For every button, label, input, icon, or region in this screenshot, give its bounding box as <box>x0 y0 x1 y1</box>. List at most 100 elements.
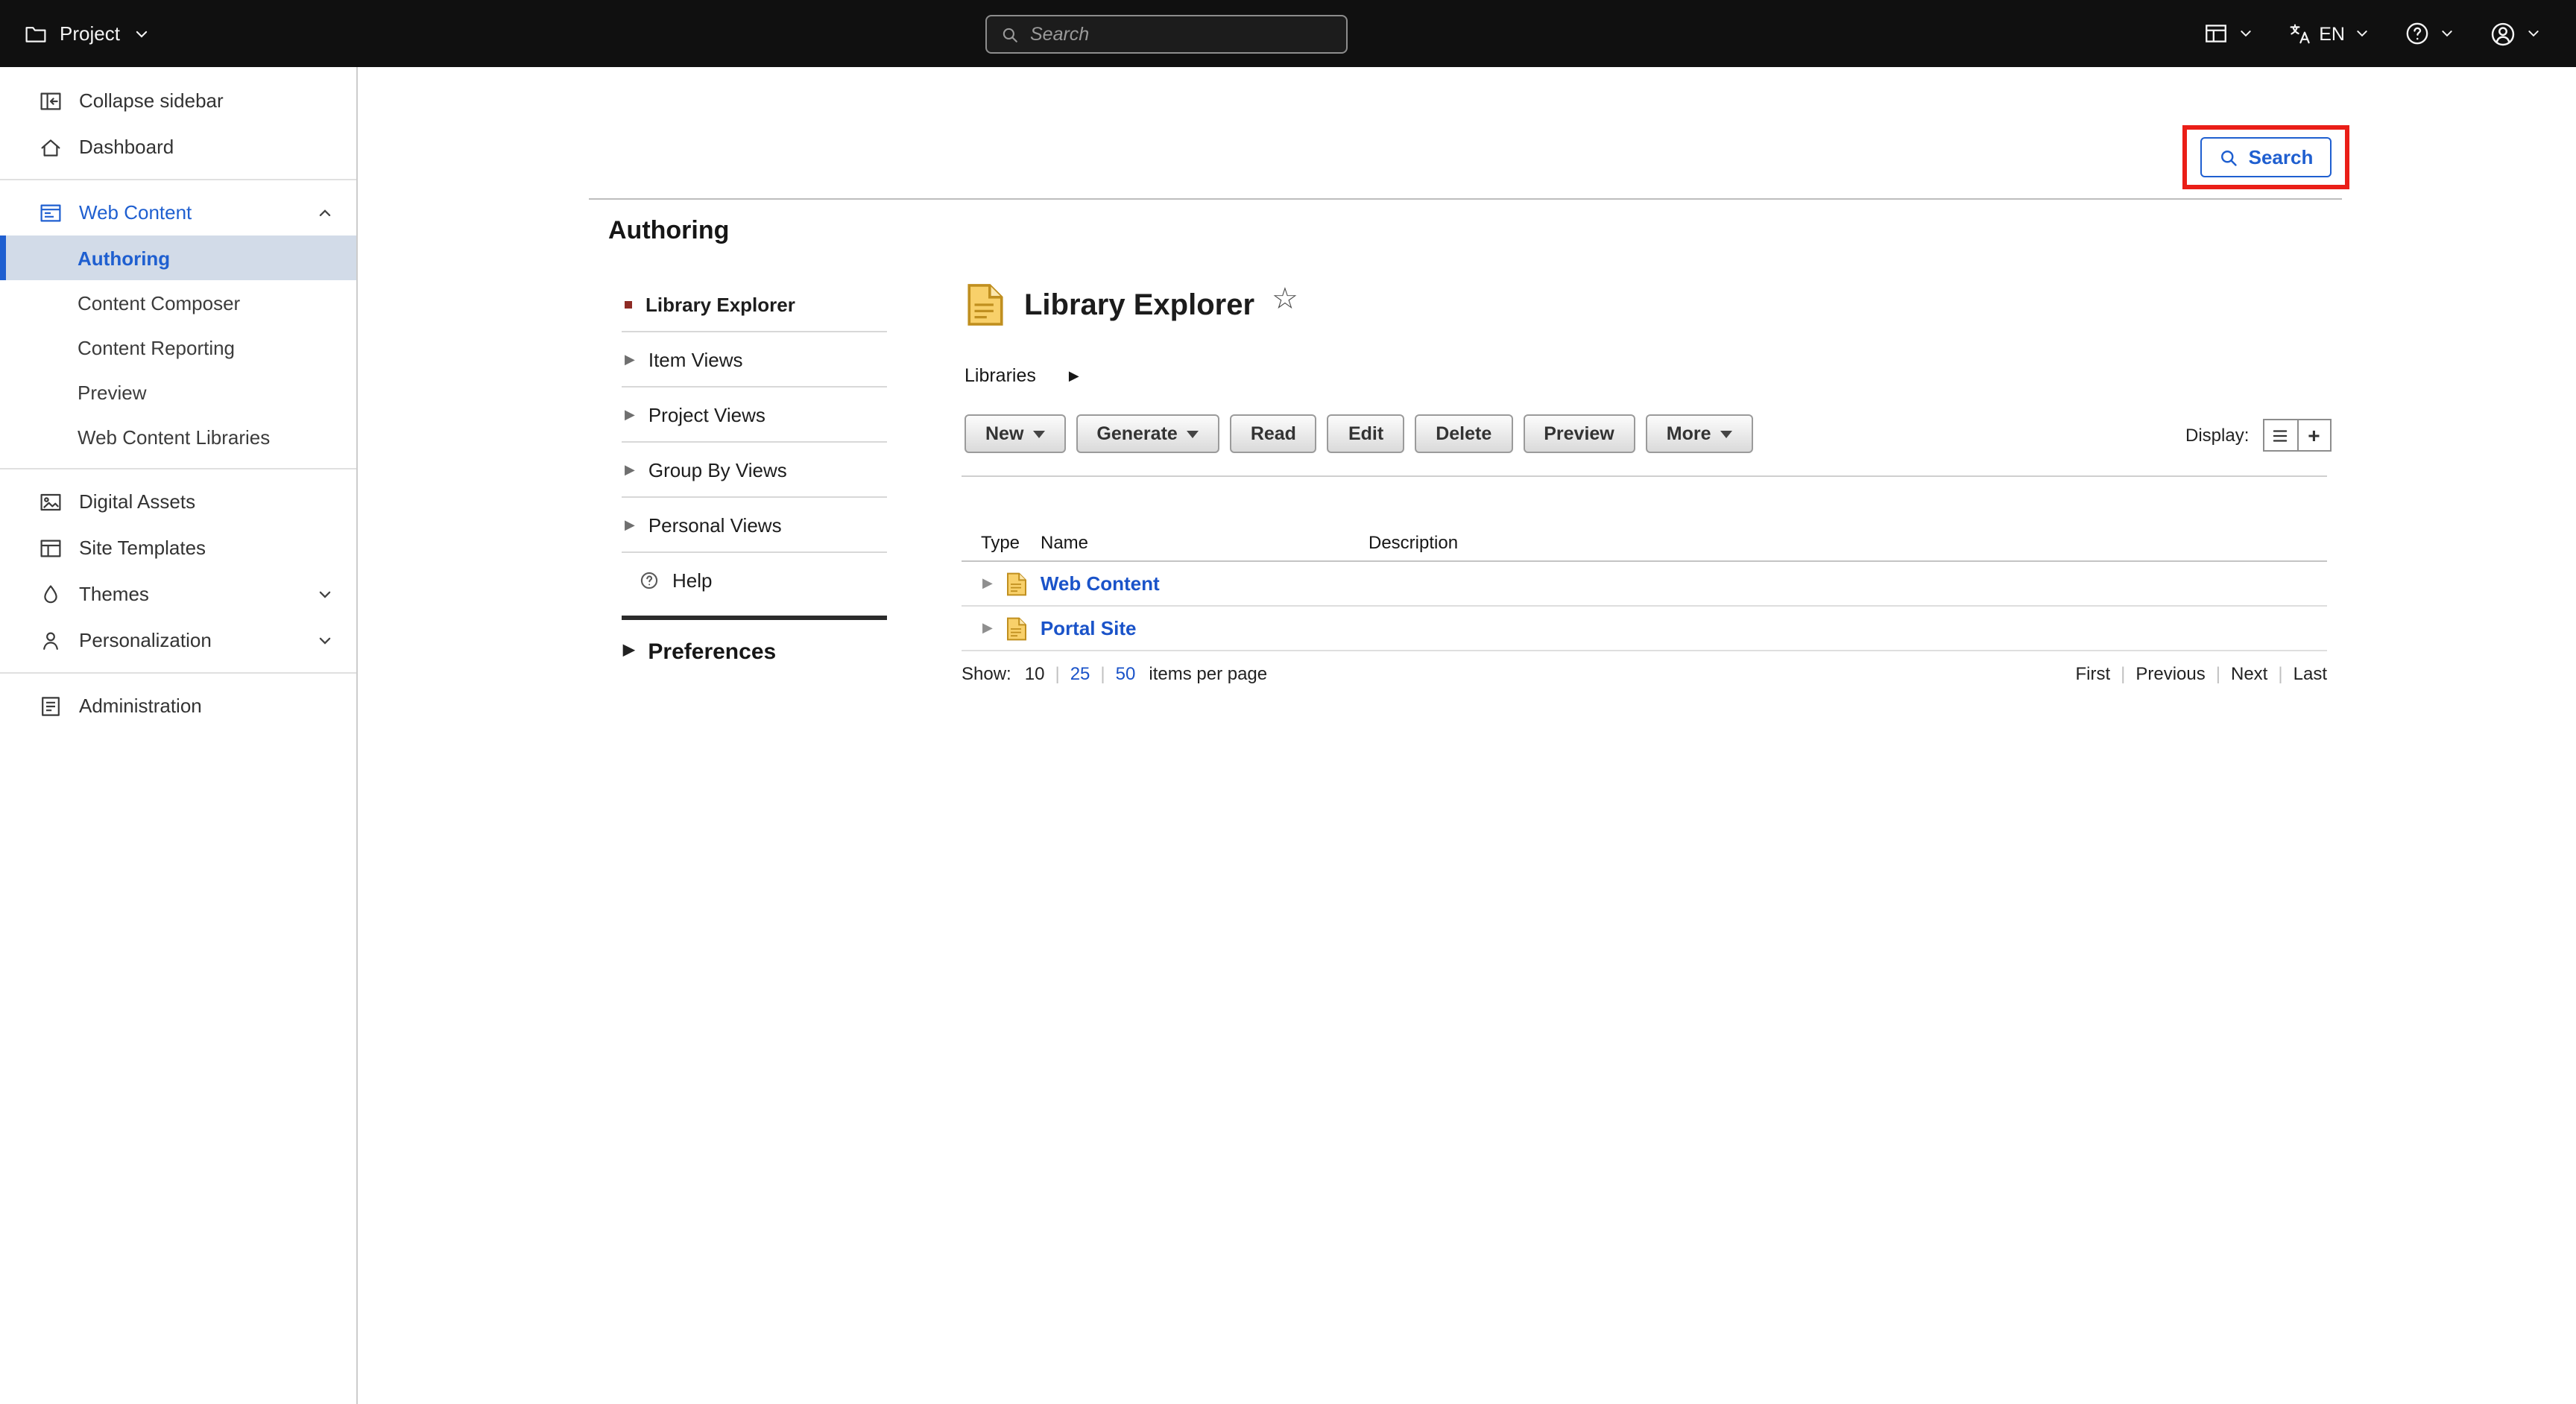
sidebar-item-authoring[interactable]: Authoring <box>0 235 356 280</box>
chevron-up-icon <box>315 202 335 223</box>
delete-button[interactable]: Delete <box>1415 414 1512 453</box>
header-divider <box>589 198 2342 200</box>
chevron-down-icon <box>2352 24 2372 43</box>
column-header-type: Type <box>981 532 1020 553</box>
sidebar-item-label: Web Content <box>79 201 192 224</box>
items-per-page-label: items per page <box>1149 663 1267 684</box>
generate-button[interactable]: Generate <box>1076 414 1219 453</box>
project-label: Project <box>60 22 120 45</box>
pagination: Show: 10 | 25 | 50 items per page First … <box>962 653 2327 695</box>
sidebar-item-site-templates[interactable]: Site Templates <box>0 525 356 571</box>
chevron-down-icon <box>315 630 335 651</box>
generate-button-label: Generate <box>1096 423 1177 444</box>
collapse-sidebar-label: Collapse sidebar <box>79 89 224 112</box>
add-view-button[interactable]: + <box>2296 420 2329 450</box>
expand-triangle-icon: ▶ <box>623 644 634 659</box>
caret-down-icon <box>1032 430 1044 437</box>
sidebar-item-content-reporting[interactable]: Content Reporting <box>0 325 356 370</box>
last-page-button[interactable]: Last <box>2294 663 2327 684</box>
display-mode-control: + <box>2262 419 2331 452</box>
edit-button[interactable]: Edit <box>1328 414 1404 453</box>
portlet-subnav: Library Explorer ▶ Item Views ▶ Project … <box>622 277 887 683</box>
new-button-label: New <box>985 423 1023 444</box>
sidebar-item-web-content[interactable]: Web Content <box>0 189 356 235</box>
list-view-button[interactable] <box>2264 420 2296 450</box>
subnav-item-help[interactable]: Help <box>622 553 887 608</box>
sidebar-item-label: Dashboard <box>79 136 174 158</box>
sidebar-item-web-content-libraries[interactable]: Web Content Libraries <box>0 414 356 459</box>
sidebar: Collapse sidebar Dashboard Web Content A… <box>0 67 358 1404</box>
expand-row-icon[interactable]: ▶ <box>982 622 993 635</box>
language-menu[interactable]: EN <box>2273 0 2387 67</box>
expand-triangle-icon: ▶ <box>625 463 635 476</box>
chevron-down-icon <box>132 23 153 44</box>
global-search-input[interactable] <box>1030 24 1333 45</box>
portal-switcher-menu[interactable] <box>2188 0 2270 67</box>
preview-button-label: Preview <box>1544 423 1614 444</box>
sidebar-divider <box>0 179 356 180</box>
sidebar-subitem-label: Web Content Libraries <box>78 426 270 448</box>
personalization-icon <box>39 628 63 652</box>
sidebar-subitem-label: Preview <box>78 381 147 403</box>
show-label: Show: <box>962 663 1011 684</box>
more-button[interactable]: More <box>1646 414 1753 453</box>
display-controls: Display: + <box>2185 419 2331 452</box>
sidebar-divider <box>0 468 356 469</box>
subnav-item-library-explorer[interactable]: Library Explorer <box>622 277 887 332</box>
project-menu[interactable]: Project <box>0 0 177 67</box>
subnav-item-label: Item Views <box>648 348 743 370</box>
library-doc-icon <box>1006 572 1027 595</box>
breadcrumb-libraries[interactable]: Libraries <box>965 365 1036 386</box>
search-button-label: Search <box>2249 146 2314 168</box>
favorite-star-icon[interactable]: ☆ <box>1272 280 1298 317</box>
collapse-sidebar-button[interactable]: Collapse sidebar <box>0 78 356 124</box>
themes-icon <box>39 582 63 606</box>
library-link[interactable]: Portal Site <box>1041 617 1137 639</box>
administration-icon <box>39 694 63 718</box>
previous-page-button[interactable]: Previous <box>2135 663 2205 684</box>
preview-button[interactable]: Preview <box>1523 414 1635 453</box>
breadcrumb: Libraries ▶ <box>965 365 1079 386</box>
search-button[interactable]: Search <box>2201 137 2332 177</box>
site-templates-icon <box>39 536 63 560</box>
table-row: ▶ Web Content <box>962 562 2327 607</box>
sidebar-item-administration[interactable]: Administration <box>0 683 356 729</box>
page-size-50[interactable]: 50 <box>1116 663 1136 684</box>
page-size-25[interactable]: 25 <box>1070 663 1090 684</box>
sidebar-item-label: Personalization <box>79 629 212 651</box>
new-button[interactable]: New <box>965 414 1065 453</box>
sidebar-item-dashboard[interactable]: Dashboard <box>0 124 356 170</box>
subnav-item-project-views[interactable]: ▶ Project Views <box>622 388 887 443</box>
expand-row-icon[interactable]: ▶ <box>982 577 993 590</box>
breadcrumb-arrow-icon[interactable]: ▶ <box>1069 367 1079 384</box>
global-search[interactable] <box>985 15 1348 54</box>
library-link[interactable]: Web Content <box>1041 572 1160 595</box>
next-page-button[interactable]: Next <box>2231 663 2267 684</box>
sidebar-item-themes[interactable]: Themes <box>0 571 356 617</box>
read-button[interactable]: Read <box>1230 414 1317 453</box>
subnav-item-personal-views[interactable]: ▶ Personal Views <box>622 498 887 553</box>
first-page-button[interactable]: First <box>2075 663 2110 684</box>
subnav-item-item-views[interactable]: ▶ Item Views <box>622 332 887 388</box>
expand-triangle-icon: ▶ <box>625 352 635 366</box>
sidebar-item-preview[interactable]: Preview <box>0 370 356 414</box>
page-size-10[interactable]: 10 <box>1025 663 1045 684</box>
topbar: Project E <box>0 0 2576 67</box>
annotation-highlight: Search <box>2182 125 2349 189</box>
help-icon <box>2405 21 2430 46</box>
language-code: EN <box>2319 23 2345 44</box>
sidebar-item-digital-assets[interactable]: Digital Assets <box>0 478 356 525</box>
subnav-item-label: Library Explorer <box>645 293 795 315</box>
subnav-item-group-by-views[interactable]: ▶ Group By Views <box>622 443 887 498</box>
sidebar-item-personalization[interactable]: Personalization <box>0 617 356 663</box>
separator: | <box>2206 663 2231 684</box>
help-menu[interactable] <box>2390 0 2472 67</box>
subnav-item-preferences[interactable]: ▶ Preferences <box>622 620 887 683</box>
table-row: ▶ Portal Site <box>962 607 2327 651</box>
subnav-item-label: Personal Views <box>648 513 782 536</box>
sidebar-item-content-composer[interactable]: Content Composer <box>0 280 356 325</box>
edit-button-label: Edit <box>1348 423 1383 444</box>
page-size-selector: Show: 10 | 25 | 50 items per page <box>962 663 1267 684</box>
chevron-down-icon <box>2437 24 2457 43</box>
user-menu[interactable] <box>2475 0 2558 67</box>
